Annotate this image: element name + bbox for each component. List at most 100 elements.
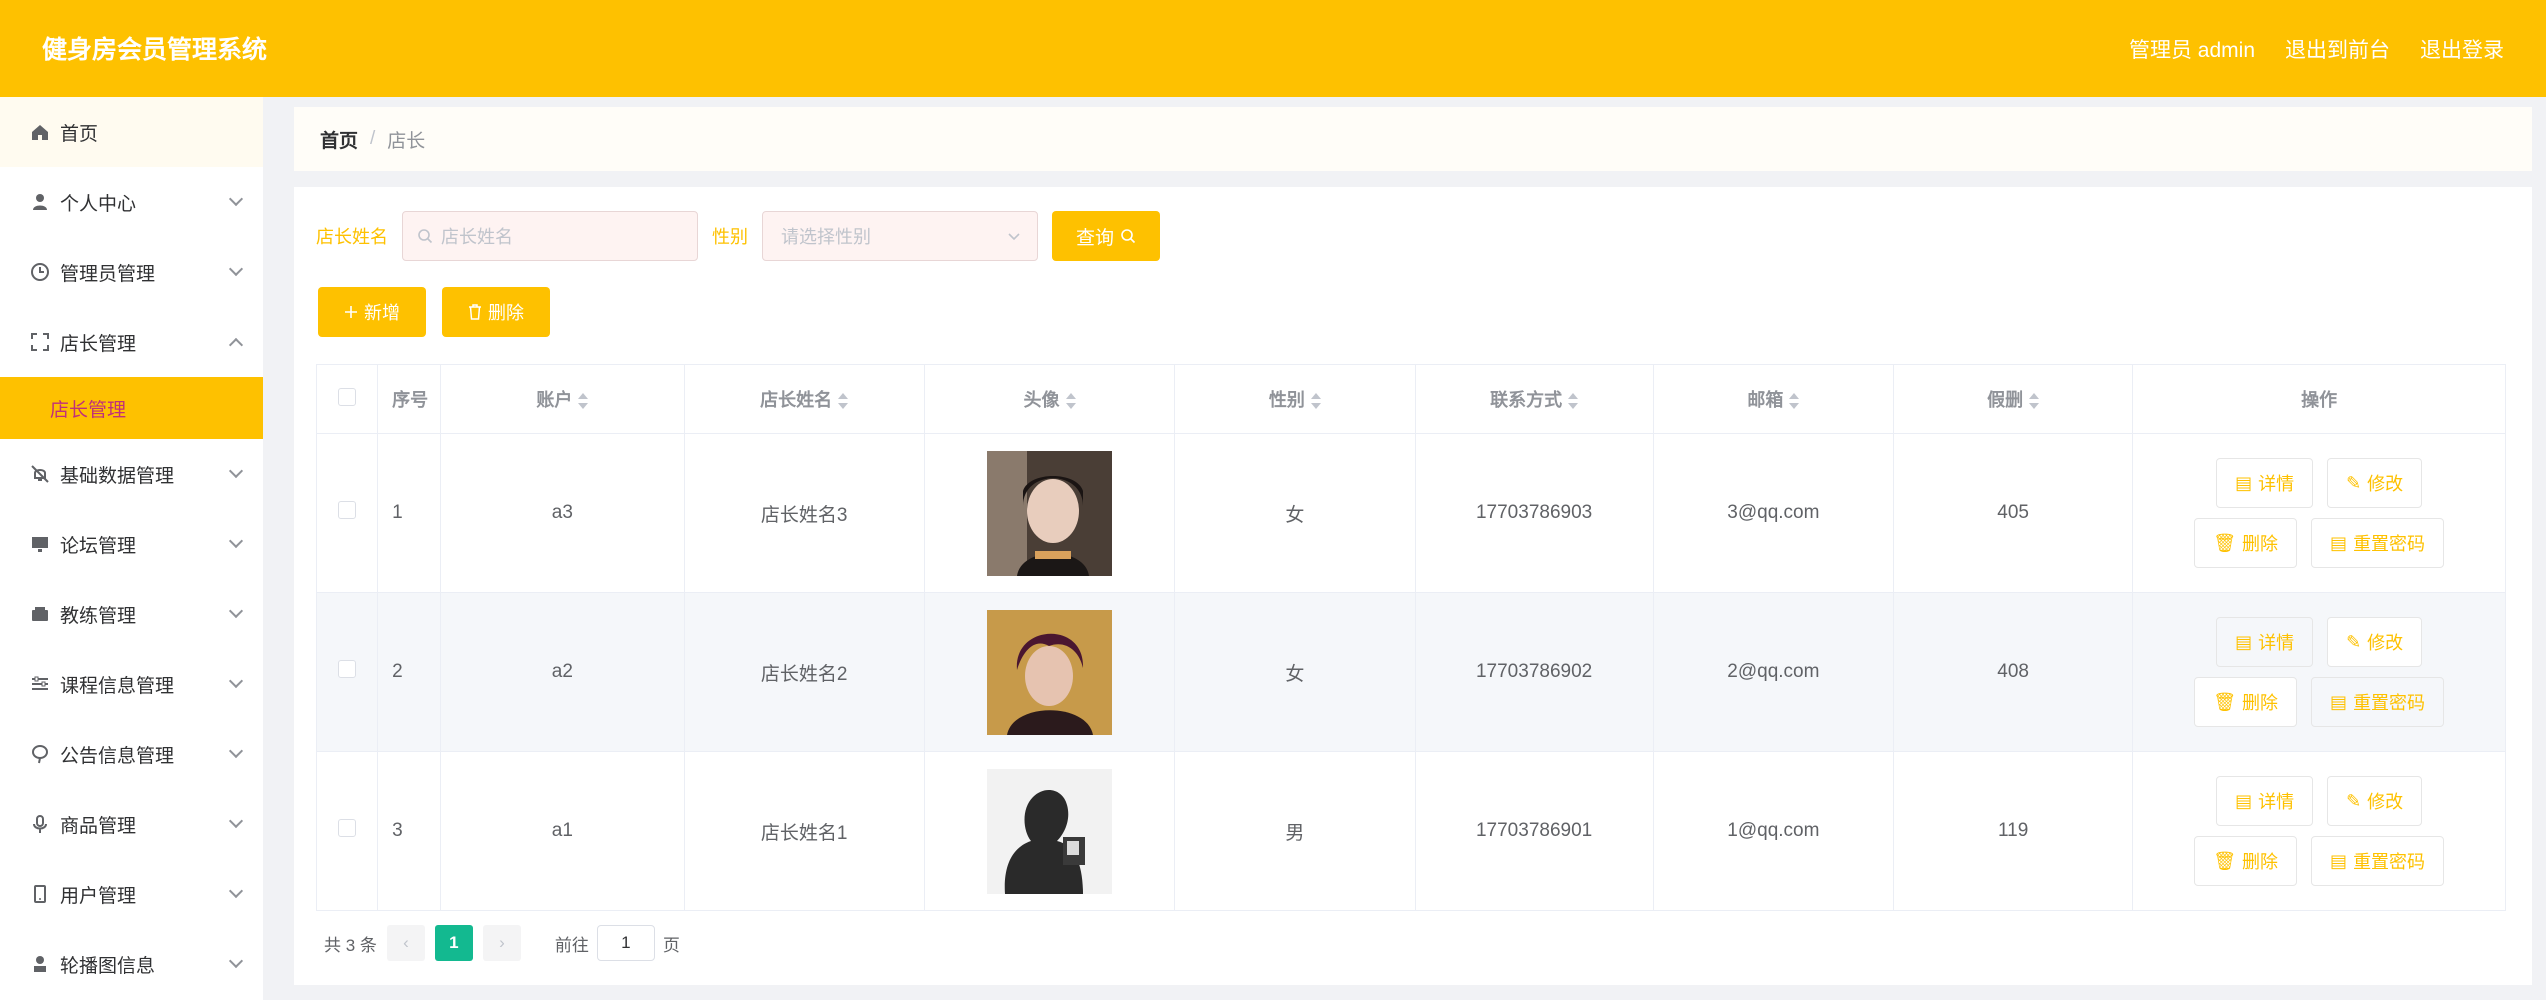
cell-ops: ▤ 详情 ✎ 修改 🗑 删除 ▤ 重置密码 — [2132, 592, 2506, 752]
balloon-icon — [32, 745, 48, 764]
reset-password-button[interactable]: ▤ 重置密码 — [2311, 518, 2445, 568]
sidebar-item-forum[interactable]: 论坛管理 — [0, 509, 263, 579]
clock-icon — [31, 263, 49, 281]
microphone-icon — [33, 815, 47, 833]
header-select-all — [315, 364, 379, 434]
sidebar-item-users[interactable]: 用户管理 — [0, 859, 263, 929]
delete-label: 删除 — [2242, 852, 2279, 872]
admin-label[interactable]: 管理员 admin — [2129, 34, 2255, 64]
header-account[interactable]: 账户 — [440, 364, 685, 434]
sidebar-item-course[interactable]: 课程信息管理 — [0, 649, 263, 719]
batch-delete-button[interactable]: 删除 — [442, 287, 550, 337]
name-search-input[interactable]: 店长姓名 — [402, 211, 698, 261]
edit-button[interactable]: ✎ 修改 — [2327, 617, 2423, 667]
sort-icon[interactable] — [1568, 393, 1579, 410]
sort-icon[interactable] — [2029, 393, 2040, 410]
cell-email: 1@qq.com — [1652, 751, 1895, 911]
delete-button[interactable]: 🗑 删除 — [2194, 836, 2298, 886]
select-all-checkbox[interactable] — [338, 387, 357, 406]
sort-icon[interactable] — [838, 393, 849, 410]
cell-phone: 17703786902 — [1414, 592, 1654, 752]
document-icon: ▤ — [2330, 850, 2348, 871]
gender-select-placeholder: 请选择性别 — [781, 227, 871, 247]
cell-account: a2 — [440, 592, 685, 752]
row-checkbox[interactable] — [338, 660, 357, 678]
avatar[interactable] — [987, 609, 1112, 735]
next-page-button[interactable]: › — [482, 925, 521, 961]
action-bar: 新增 删除 — [318, 287, 550, 337]
detail-button[interactable]: ▤ 详情 — [2216, 776, 2314, 826]
header-ops: 操作 — [2132, 364, 2506, 434]
header-phone[interactable]: 联系方式 — [1414, 364, 1654, 434]
edit-icon: ✎ — [2346, 790, 2362, 811]
cell-phone: 17703786901 — [1414, 751, 1654, 911]
prev-page-button[interactable]: ‹ — [386, 925, 425, 961]
cell-name: 店长姓名3 — [683, 433, 925, 593]
cell-gender: 女 — [1174, 433, 1416, 593]
edit-label: 修改 — [2367, 792, 2404, 812]
cell-leave: 408 — [1892, 592, 2134, 752]
query-button-label: 查询 — [1075, 227, 1114, 249]
reset-label: 重置密码 — [2353, 534, 2426, 554]
delete-button[interactable]: 🗑 删除 — [2194, 677, 2298, 727]
header-email[interactable]: 邮箱 — [1652, 364, 1895, 434]
home-icon — [32, 125, 48, 140]
search-icon — [418, 229, 433, 244]
reset-password-button[interactable]: ▤ 重置密码 — [2311, 836, 2445, 886]
header-leave[interactable]: 假删 — [1892, 364, 2134, 434]
edit-button[interactable]: ✎ 修改 — [2327, 458, 2423, 508]
submenu-item-manager[interactable]: 店长管理 — [0, 377, 263, 439]
sidebar-item-basedata[interactable]: 基础数据管理 — [0, 439, 263, 509]
cell-index: 3 — [377, 751, 442, 911]
logout-link[interactable]: 退出登录 — [2420, 34, 2504, 64]
sort-icon[interactable] — [1310, 393, 1321, 410]
query-button[interactable]: 查询 — [1052, 211, 1160, 261]
goto-page-input[interactable]: 1 — [596, 925, 655, 961]
add-button[interactable]: 新增 — [318, 287, 426, 337]
detail-label: 详情 — [2258, 792, 2295, 812]
sidebar-item-goods[interactable]: 商品管理 — [0, 789, 263, 859]
sidebar-item-home[interactable]: 首页 — [0, 97, 263, 167]
sort-icon[interactable] — [578, 393, 589, 410]
sidebar-item-admin[interactable]: 管理员管理 — [0, 237, 263, 307]
detail-button[interactable]: ▤ 详情 — [2216, 458, 2314, 508]
cell-avatar — [923, 592, 1176, 752]
table-row: 1 a3 店长姓名3 女 17703786903 3@qq.com 405 ▤ 详… — [315, 433, 2506, 593]
delete-button[interactable]: 🗑 删除 — [2194, 518, 2298, 568]
reset-password-button[interactable]: ▤ 重置密码 — [2311, 677, 2445, 727]
detail-button[interactable]: ▤ 详情 — [2216, 617, 2314, 667]
sidebar-item-notice[interactable]: 公告信息管理 — [0, 719, 263, 789]
user-icon — [33, 194, 47, 210]
search-icon — [1121, 229, 1136, 244]
cell-name: 店长姓名2 — [683, 592, 925, 752]
gender-select[interactable]: 请选择性别 — [762, 211, 1038, 261]
exit-to-front-link[interactable]: 退出到前台 — [2285, 34, 2390, 64]
sidebar-item-manager[interactable]: 店长管理 — [0, 307, 263, 377]
cell-ops: ▤ 详情 ✎ 修改 🗑 删除 ▤ 重置密码 — [2132, 751, 2506, 911]
header-gender[interactable]: 性别 — [1174, 364, 1416, 434]
document-icon: ▤ — [2330, 691, 2348, 712]
detail-label: 详情 — [2258, 633, 2295, 653]
trash-icon: 🗑 — [2213, 532, 2237, 553]
person-icon — [34, 956, 46, 972]
edit-label: 修改 — [2367, 633, 2404, 653]
row-checkbox[interactable] — [338, 819, 357, 837]
row-checkbox[interactable] — [338, 501, 357, 519]
header-name[interactable]: 店长姓名 — [683, 364, 925, 434]
sort-icon[interactable] — [1065, 393, 1076, 410]
manager-table: 序号 账户 店长姓名 头像 性别 联系方式 邮箱 假删 操作 1 a3 店长姓名… — [315, 364, 2506, 911]
sidebar-item-label: 轮播图信息 — [60, 955, 156, 977]
sidebar-item-coach[interactable]: 教练管理 — [0, 579, 263, 649]
edit-button[interactable]: ✎ 修改 — [2327, 776, 2423, 826]
row-select — [315, 592, 379, 752]
page-number-button[interactable]: 1 — [434, 925, 473, 961]
chevron-down-icon — [228, 533, 244, 549]
sidebar-item-carousel[interactable]: 轮播图信息 — [0, 929, 263, 999]
avatar[interactable] — [987, 768, 1112, 894]
avatar[interactable] — [987, 450, 1112, 576]
breadcrumb-home[interactable]: 首页 — [320, 126, 358, 153]
sidebar-item-personal[interactable]: 个人中心 — [0, 167, 263, 237]
sort-icon[interactable] — [1789, 393, 1800, 410]
table-header-row: 序号 账户 店长姓名 头像 性别 联系方式 邮箱 假删 操作 — [315, 364, 2506, 434]
header-avatar[interactable]: 头像 — [923, 364, 1176, 434]
